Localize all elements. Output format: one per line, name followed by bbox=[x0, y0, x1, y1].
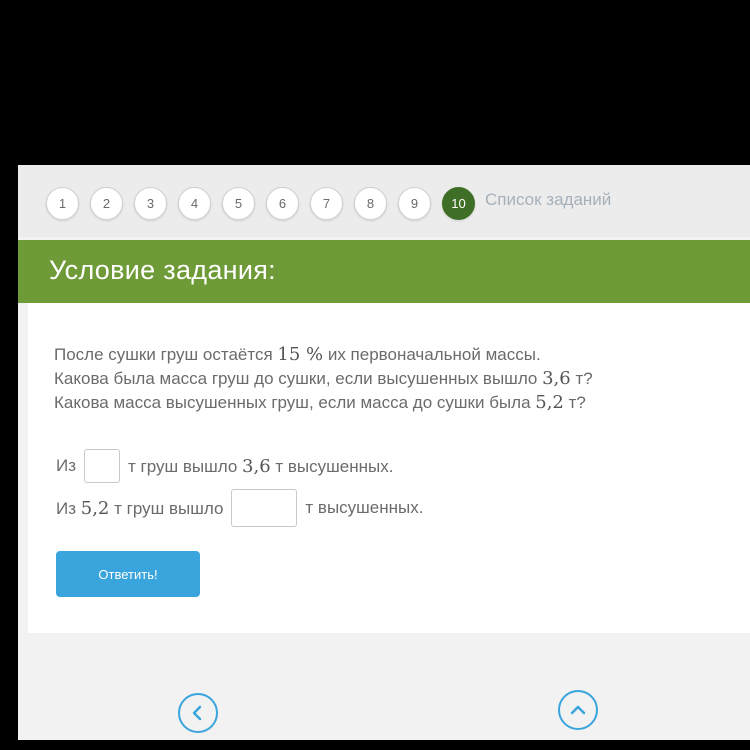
problem-number: 5,2 bbox=[535, 392, 564, 413]
answer-2-prefix: Из 5,2 т груш вышло bbox=[56, 498, 223, 519]
step-9[interactable]: 9 bbox=[398, 186, 431, 220]
step-2[interactable]: 2 bbox=[90, 186, 123, 220]
step-10-active[interactable]: 10 bbox=[442, 186, 475, 220]
step-3[interactable]: 3 bbox=[134, 186, 167, 220]
problem-text-part: их первоначальной массы. bbox=[323, 345, 541, 364]
condition-header: Условие задания: bbox=[18, 240, 750, 303]
scroll-up-button[interactable] bbox=[558, 690, 598, 730]
problem-line-2: Какова была масса груш до сушки, если вы… bbox=[54, 367, 593, 391]
step-8[interactable]: 8 bbox=[354, 186, 387, 220]
answer-row-1: Из т груш вышло 3,6 т высушенных. bbox=[56, 449, 393, 483]
chevron-up-icon bbox=[570, 705, 586, 715]
bottom-navigation bbox=[18, 633, 750, 740]
problem-text-part: Какова масса высушенных груш, если масса… bbox=[54, 393, 536, 412]
answer-1-suffix: т груш вышло 3,6 т высушенных. bbox=[128, 456, 393, 477]
chevron-left-icon bbox=[192, 705, 202, 721]
problem-text-part: т? bbox=[570, 369, 593, 388]
problem-line-3: Какова масса высушенных груш, если масса… bbox=[54, 391, 593, 415]
task-content: После сушки груш остаётся 15 % их первон… bbox=[28, 303, 750, 633]
problem-line-1: После сушки груш остаётся 15 % их первон… bbox=[54, 343, 593, 367]
page-title: Условие задания: bbox=[49, 255, 276, 285]
problem-text: После сушки груш остаётся 15 % их первон… bbox=[54, 343, 593, 415]
answer-text-part: т груш вышло bbox=[128, 456, 243, 476]
task-list-link[interactable]: Список заданий bbox=[485, 190, 611, 210]
problem-text-part: Какова была масса груш до сушки, если вы… bbox=[54, 369, 543, 388]
step-4[interactable]: 4 bbox=[178, 186, 211, 220]
problem-number: 3,6 bbox=[542, 368, 571, 389]
task-navigation: 1 2 3 4 5 6 7 8 9 10 Список заданий bbox=[18, 165, 750, 237]
problem-text-part: После сушки груш остаётся bbox=[54, 345, 278, 364]
previous-button[interactable] bbox=[178, 693, 218, 733]
answer-text-part: т груш вышло bbox=[109, 498, 224, 518]
problem-number: 15 % bbox=[277, 344, 324, 365]
answer-row-2: Из 5,2 т груш вышло т высушенных. bbox=[56, 489, 423, 527]
answer-1-input[interactable] bbox=[84, 449, 121, 483]
answer-number: 5,2 bbox=[80, 497, 110, 519]
answer-2-suffix: т высушенных. bbox=[305, 498, 424, 517]
answer-2-input[interactable] bbox=[231, 489, 298, 527]
step-1[interactable]: 1 bbox=[46, 186, 79, 220]
submit-button[interactable]: Ответить! bbox=[56, 551, 200, 597]
answer-1-prefix: Из bbox=[56, 456, 77, 475]
step-5[interactable]: 5 bbox=[222, 186, 255, 220]
answer-text-part: Из bbox=[56, 498, 81, 518]
step-6[interactable]: 6 bbox=[266, 186, 299, 220]
answer-text-part: т высушенных. bbox=[270, 456, 394, 476]
step-list: 1 2 3 4 5 6 7 8 9 10 bbox=[46, 186, 475, 220]
step-7[interactable]: 7 bbox=[310, 186, 343, 220]
answer-number: 3,6 bbox=[242, 455, 271, 477]
task-screen: 1 2 3 4 5 6 7 8 9 10 Список заданий Усло… bbox=[18, 165, 750, 740]
problem-text-part: т? bbox=[563, 393, 586, 412]
